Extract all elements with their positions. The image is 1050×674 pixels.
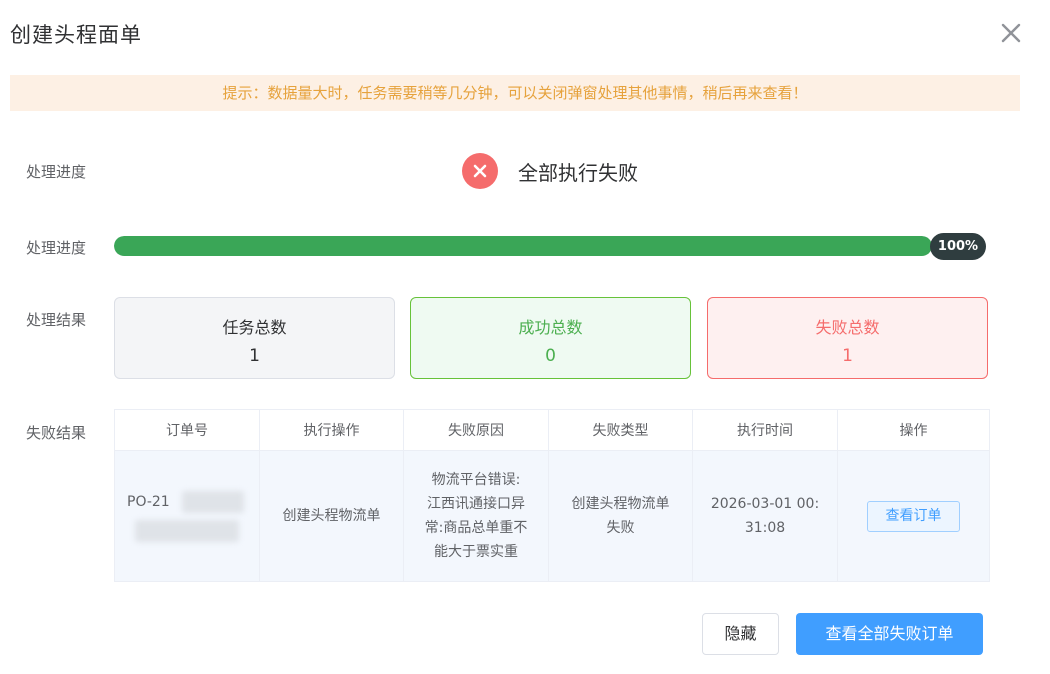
execution-time-cell: 2026-03-01 00: 31:08	[692, 450, 838, 582]
column-header: 失败原因	[403, 409, 549, 451]
table-row: PO-21 创建头程物流单 物流平台错误: 江西讯通接口异 常:商品总单重不 能…	[114, 450, 990, 582]
fail-count-card: 失败总数 1	[707, 297, 988, 379]
time-line: 31:08	[744, 520, 786, 536]
status-row-label: 处理进度	[26, 163, 87, 181]
tip-banner: 提示：数据量大时，任务需要稍等几分钟，可以关闭弹窗处理其他事情，稍后再来查看！	[10, 75, 1020, 111]
fail-count-value: 1	[842, 346, 853, 366]
success-count-value: 0	[545, 346, 556, 366]
fail-row-label: 失败结果	[26, 424, 87, 442]
total-tasks-card: 任务总数 1	[114, 297, 395, 379]
view-all-failed-orders-button[interactable]: 查看全部失败订单	[796, 613, 983, 655]
reason-line: 物流平台错误:	[431, 472, 521, 488]
hide-button[interactable]: 隐藏	[702, 613, 779, 655]
order-number-prefix: PO-21	[127, 494, 170, 510]
fail-count-label: 失败总数	[815, 318, 880, 337]
reason-line: 常:商品总单重不	[424, 520, 528, 536]
table-header-row: 订单号 执行操作 失败原因 失败类型 执行时间 操作	[114, 409, 990, 451]
status-indicator: 全部执行失败	[462, 152, 638, 190]
progress-row-label: 处理进度	[26, 239, 87, 257]
total-tasks-value: 1	[249, 346, 260, 366]
success-count-card: 成功总数 0	[410, 297, 691, 379]
close-icon[interactable]	[996, 18, 1026, 48]
operation-cell: 创建头程物流单	[259, 450, 404, 582]
order-number-cell: PO-21	[114, 450, 260, 582]
redacted-order-number	[135, 520, 239, 542]
success-count-label: 成功总数	[518, 318, 583, 337]
fail-results-table: 订单号 执行操作 失败原因 失败类型 执行时间 操作 PO-21 创建头程物流单…	[114, 409, 990, 582]
column-header: 执行操作	[259, 409, 404, 451]
failure-reason-cell: 物流平台错误: 江西讯通接口异 常:商品总单重不 能大于票实重	[403, 450, 549, 582]
reason-line: 江西讯通接口异	[427, 496, 525, 512]
column-header: 失败类型	[548, 409, 693, 451]
type-line: 失败	[606, 520, 635, 536]
reason-line: 能大于票实重	[434, 544, 518, 560]
column-header: 操作	[837, 409, 990, 451]
redacted-order-number	[182, 491, 245, 513]
dialog-title: 创建头程面单	[10, 23, 142, 47]
column-header: 订单号	[114, 409, 260, 451]
error-circle-icon	[462, 153, 498, 189]
action-cell: 查看订单	[837, 450, 990, 582]
status-text: 全部执行失败	[518, 160, 638, 185]
progress-percent-badge: 100%	[930, 233, 986, 260]
create-first-leg-waybill-dialog: 创建头程面单 提示：数据量大时，任务需要稍等几分钟，可以关闭弹窗处理其他事情，稍…	[0, 0, 1050, 674]
type-line: 创建头程物流单	[571, 496, 670, 512]
view-order-button[interactable]: 查看订单	[867, 500, 960, 532]
column-header: 执行时间	[692, 409, 838, 451]
progress-bar-fill	[114, 236, 932, 256]
time-line: 2026-03-01 00:	[710, 496, 820, 512]
progress-bar	[114, 236, 932, 256]
result-row-label: 处理结果	[26, 311, 87, 329]
total-tasks-label: 任务总数	[222, 318, 287, 337]
failure-type-cell: 创建头程物流单 失败	[548, 450, 693, 582]
